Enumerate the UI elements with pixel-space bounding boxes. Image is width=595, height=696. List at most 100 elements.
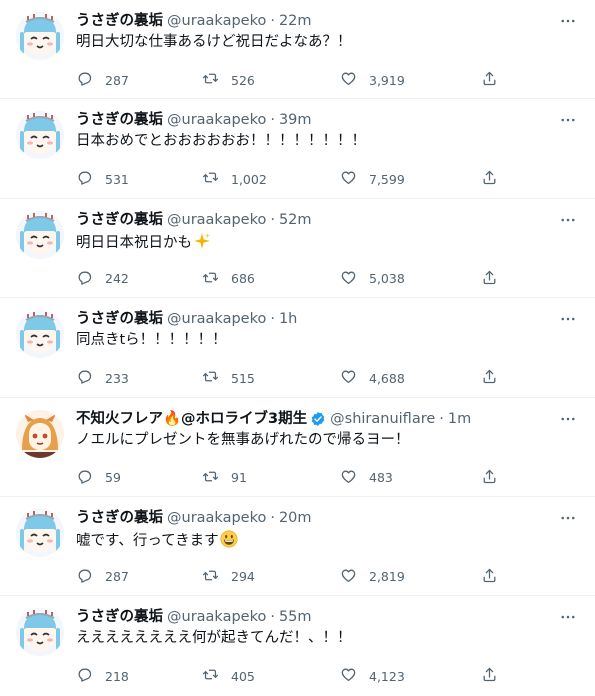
- timestamp[interactable]: 1m: [448, 410, 471, 428]
- share-button[interactable]: [481, 567, 498, 587]
- share-icon: [481, 70, 498, 90]
- reply-count: 531: [105, 171, 129, 187]
- reply-button[interactable]: 59: [76, 468, 121, 488]
- like-button[interactable]: 483: [340, 468, 393, 488]
- like-icon: [340, 70, 357, 90]
- like-count: 2,819: [369, 569, 405, 585]
- reply-count: 233: [105, 370, 129, 386]
- retweet-button[interactable]: 526: [202, 70, 255, 90]
- avatar[interactable]: [16, 608, 64, 657]
- like-button[interactable]: 2,819: [340, 567, 405, 587]
- like-button[interactable]: 4,688: [340, 368, 405, 388]
- like-count: 4,123: [369, 668, 405, 684]
- share-icon: [481, 567, 498, 587]
- sparkles-icon: [193, 232, 211, 256]
- more-icon[interactable]: [557, 308, 579, 330]
- retweet-button[interactable]: 686: [202, 269, 255, 289]
- share-button[interactable]: [481, 368, 498, 388]
- avatar[interactable]: [16, 409, 64, 458]
- avatar[interactable]: [16, 508, 64, 557]
- reply-count: 287: [105, 569, 129, 585]
- tweet[interactable]: うさぎの裏垢 @uraakapeko · 22m 明日大切な仕事あるけど祝日だよ…: [0, 0, 595, 100]
- tweet[interactable]: うさぎの裏垢 @uraakapeko · 39m 日本おめでとおおおおおお！！！…: [0, 99, 595, 199]
- tweet[interactable]: うさぎの裏垢 @uraakapeko · 1h 同点きtら！！！！！！ 233 …: [0, 298, 595, 398]
- retweet-icon: [202, 70, 219, 90]
- share-button[interactable]: [481, 169, 498, 189]
- author-handle[interactable]: @uraakapeko: [167, 211, 266, 229]
- author-handle[interactable]: @uraakapeko: [167, 608, 266, 626]
- tweet[interactable]: うさぎの裏垢 @uraakapeko · 20m 嘘です、行ってきます 287 …: [0, 497, 595, 597]
- timestamp[interactable]: 39m: [279, 111, 312, 129]
- like-icon: [340, 666, 357, 686]
- verified-icon: [310, 411, 326, 427]
- like-count: 3,919: [369, 72, 405, 88]
- tweet-text: ええええええええ何が起きてんだ！、！！: [76, 630, 352, 647]
- reply-icon: [76, 567, 93, 587]
- separator: ·: [270, 211, 275, 228]
- more-icon[interactable]: [557, 408, 579, 430]
- author-name[interactable]: うさぎの裏垢: [76, 111, 163, 129]
- share-icon: [481, 269, 498, 289]
- author-handle[interactable]: @uraakapeko: [167, 310, 266, 328]
- author-name[interactable]: 不知火フレア🔥@ホロライブ3期生: [76, 410, 307, 428]
- timeline-feed: うさぎの裏垢 @uraakapeko · 22m 明日大切な仕事あるけど祝日だよ…: [0, 0, 595, 696]
- like-icon: [340, 567, 357, 587]
- more-icon[interactable]: [557, 606, 579, 628]
- avatar[interactable]: [16, 12, 64, 60]
- like-button[interactable]: 5,038: [340, 269, 405, 289]
- avatar[interactable]: [16, 111, 64, 160]
- like-count: 7,599: [369, 171, 405, 187]
- retweet-count: 686: [231, 271, 255, 287]
- tweet[interactable]: うさぎの裏垢 @uraakapeko · 55m ええええええええ何が起きてんだ…: [0, 596, 595, 695]
- retweet-button[interactable]: 405: [202, 666, 255, 686]
- retweet-count: 294: [231, 569, 255, 585]
- retweet-button[interactable]: 515: [202, 368, 255, 388]
- share-button[interactable]: [481, 269, 498, 289]
- author-handle[interactable]: @uraakapeko: [167, 12, 266, 30]
- share-icon: [481, 169, 498, 189]
- retweet-count: 515: [231, 370, 255, 386]
- tweet[interactable]: 不知火フレア🔥@ホロライブ3期生 @shiranuiflare · 1m ノエル…: [0, 398, 595, 497]
- tweet-text: ノエルにプレゼントを無事あげれたので帰るヨー！: [76, 431, 410, 448]
- timestamp[interactable]: 52m: [279, 211, 312, 229]
- author-handle[interactable]: @shiranuiflare: [330, 410, 435, 428]
- timestamp[interactable]: 22m: [279, 12, 312, 30]
- like-button[interactable]: 4,123: [340, 666, 405, 686]
- author-handle[interactable]: @uraakapeko: [167, 509, 266, 527]
- author-name[interactable]: うさぎの裏垢: [76, 12, 163, 30]
- reply-icon: [76, 169, 93, 189]
- retweet-icon: [202, 567, 219, 587]
- like-button[interactable]: 3,919: [340, 70, 405, 90]
- timestamp[interactable]: 55m: [279, 608, 312, 626]
- share-button[interactable]: [481, 468, 498, 488]
- retweet-button[interactable]: 294: [202, 567, 255, 587]
- author-name[interactable]: うさぎの裏垢: [76, 310, 163, 328]
- share-icon: [481, 368, 498, 388]
- author-name[interactable]: うさぎの裏垢: [76, 509, 163, 527]
- author-name[interactable]: うさぎの裏垢: [76, 608, 163, 626]
- reply-button[interactable]: 531: [76, 169, 129, 189]
- share-icon: [481, 468, 498, 488]
- author-handle[interactable]: @uraakapeko: [167, 111, 266, 129]
- reply-button[interactable]: 233: [76, 368, 129, 388]
- retweet-button[interactable]: 91: [202, 468, 247, 488]
- reply-button[interactable]: 242: [76, 269, 129, 289]
- tweet-text: 明日大切な仕事あるけど祝日だよなあ？！: [76, 34, 352, 50]
- timestamp[interactable]: 1h: [279, 310, 297, 328]
- more-icon[interactable]: [557, 209, 579, 231]
- more-icon[interactable]: [557, 109, 579, 131]
- reply-button[interactable]: 218: [76, 666, 129, 686]
- reply-button[interactable]: 287: [76, 567, 129, 587]
- share-button[interactable]: [481, 70, 498, 90]
- author-name[interactable]: うさぎの裏垢: [76, 211, 163, 229]
- tweet[interactable]: うさぎの裏垢 @uraakapeko · 52m 明日日本祝日かも 242 68…: [0, 199, 595, 299]
- timestamp[interactable]: 20m: [279, 509, 312, 527]
- like-button[interactable]: 7,599: [340, 169, 405, 189]
- retweet-button[interactable]: 1,002: [202, 169, 267, 189]
- reply-button[interactable]: 287: [76, 70, 129, 90]
- more-icon[interactable]: [557, 10, 579, 32]
- more-icon[interactable]: [557, 507, 579, 529]
- share-button[interactable]: [481, 666, 498, 686]
- avatar[interactable]: [16, 310, 64, 359]
- avatar[interactable]: [16, 210, 64, 259]
